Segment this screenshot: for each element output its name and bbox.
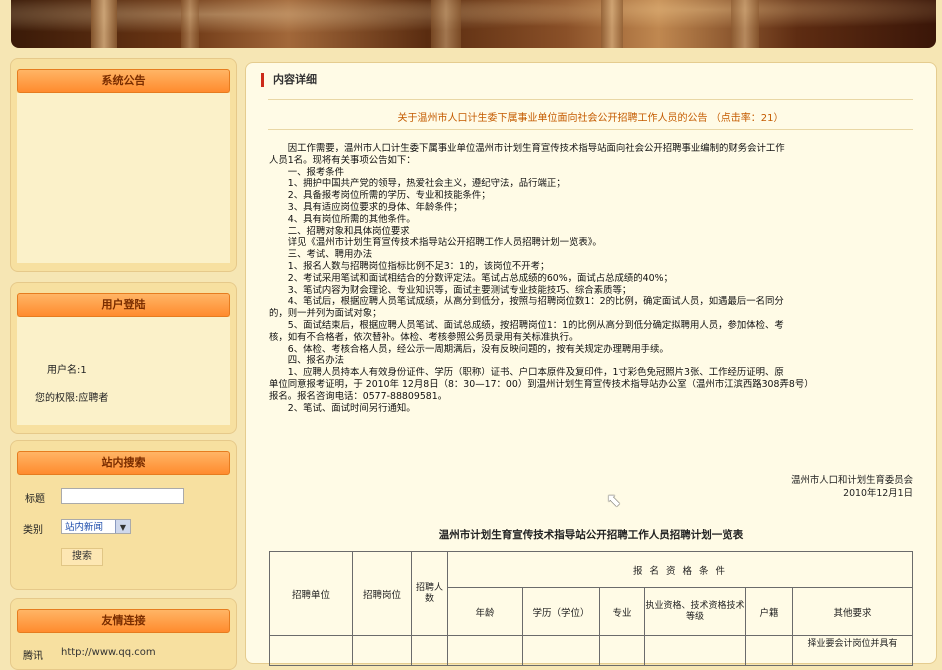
- table-cell: [644, 635, 746, 666]
- header-major: 专业: [599, 587, 645, 636]
- article-body-line: 4、笔试后，根据应聘人员笔试成绩，从高分到低分，按照与招聘岗位数1：2的比例，确…: [269, 296, 784, 308]
- article-body-line: 报名。报名咨询电话：0577-88809581。: [269, 390, 448, 402]
- header-hukou: 户籍: [745, 587, 793, 636]
- signature-org: 温州市人口和计划生育委员会: [791, 475, 913, 486]
- article-body-line: 3、笔试内容为财会理论、专业知识等，面试主要测试专业技能技巧、综合素质等；: [269, 284, 632, 296]
- article-body-line: 1、报名人数与招聘岗位指标比例不足3：1的，该岗位不开考；: [269, 260, 550, 272]
- recruitment-plan-table: 招聘单位 招聘岗位 招聘人数 报 名 资 格 条 件 年龄 学历（学位） 专业 …: [269, 551, 913, 666]
- article-body: 因工作需要，温州市人口计生委下属事业单位温州市计划生育宣传技术指导站面向社会公开…: [269, 143, 913, 414]
- plan-table-title: 温州市计划生育宣传技术指导站公开招聘工作人员招聘计划一览表: [438, 529, 744, 541]
- article-body-line: 单位同意报考证明，于 2010年 12月8日（8：30—17：00）到温州计划生…: [269, 378, 814, 390]
- mouse-pointer-icon: ⬉: [606, 490, 622, 511]
- notice-panel-body: [17, 93, 230, 263]
- site-search-panel: 站内搜索 标题 类别 站内新闻 ▼ 搜索: [10, 440, 237, 590]
- article-body-line: 3、具有适应岗位要求的身体、年龄条件；: [269, 201, 463, 213]
- table-cell: [522, 635, 600, 666]
- search-title-input[interactable]: [61, 488, 184, 504]
- search-button[interactable]: 搜索: [61, 548, 103, 566]
- article-body-line: 二、招聘对象和具体岗位要求: [269, 225, 410, 237]
- article-body-line: 1、拥护中国共产党的领导，热爱社会主义，遵纪守法，品行端正；: [269, 178, 566, 190]
- header-count: 招聘人数: [411, 551, 448, 636]
- username-text: 用户名:1: [47, 365, 87, 376]
- article-body-line: 1、应聘人员持本人有效身份证件、学历（职称）证书、户口本原件及复印件，1寸彩色免…: [269, 367, 784, 379]
- article-body-line: 详见《温州市计划生育宣传技术指导站公开招聘工作人员招聘计划一览表》。: [269, 237, 602, 249]
- friend-links-title: 友情连接: [17, 609, 230, 633]
- notice-panel-title: 系统公告: [17, 69, 230, 93]
- chevron-down-icon[interactable]: ▼: [115, 520, 130, 533]
- header-banner-image: [11, 0, 936, 48]
- header-age: 年龄: [447, 587, 523, 636]
- article-body-line: 一、报考条件: [269, 166, 345, 178]
- category-select[interactable]: 站内新闻 ▼: [61, 519, 131, 534]
- content-detail-panel: 内容详细 关于温州市人口计生委下属事业单位面向社会公开招聘工作人员的公告 （点击…: [245, 62, 937, 666]
- header-unit: 招聘单位: [269, 551, 353, 636]
- table-cell-other: 择业要会计岗位并具有: [792, 635, 913, 666]
- header-qualification: 执业资格、技术资格技术等级: [644, 587, 746, 636]
- header-qualification-group: 报 名 资 格 条 件: [447, 551, 913, 588]
- article-body-line: 5、面试结束后，根据应聘人员笔试、面试总成绩，按招聘岗位1：1的比例从高分到低分…: [269, 319, 784, 331]
- notice-panel: 系统公告: [10, 58, 237, 272]
- article-body-line: 四、报名办法: [269, 355, 345, 367]
- section-title: 内容详细: [261, 73, 317, 87]
- login-panel-body: 用户名:1 您的权限:应聘者: [17, 317, 230, 425]
- site-search-title: 站内搜索: [17, 451, 230, 475]
- header-education: 学历（学位）: [522, 587, 600, 636]
- login-panel: 用户登陆 用户名:1 您的权限:应聘者: [10, 282, 237, 434]
- table-cell: [269, 635, 353, 666]
- search-title-label: 标题: [25, 494, 45, 505]
- table-cell: [352, 635, 412, 666]
- article-body-line: 因工作需要，温州市人口计生委下属事业单位温州市计划生育宣传技术指导站面向社会公开…: [269, 143, 785, 154]
- divider: [268, 129, 913, 130]
- article-body-line: 2、笔试、面试时间另行通知。: [269, 402, 416, 414]
- article-body-line: 三、考试、聘用办法: [269, 249, 373, 261]
- article-body-line: 4、具有岗位所需的其他条件。: [269, 213, 416, 225]
- article-title: 关于温州市人口计生委下属事业单位面向社会公开招聘工作人员的公告 （点击率：21）: [397, 113, 784, 124]
- article-body-line: 6、体检、考核合格人员，经公示一周期满后，没有反映问题的，按有关规定办理聘用手续…: [269, 343, 669, 355]
- article-body-line: 2、考试采用笔试和面试相结合的分数评定法。笔试占总成绩的60%，面试占总成绩的4…: [269, 272, 673, 284]
- login-panel-title: 用户登陆: [17, 293, 230, 317]
- signature-date: 2010年12月1日: [843, 488, 913, 499]
- category-label: 类别: [23, 525, 43, 536]
- divider: [268, 99, 913, 100]
- header-position: 招聘岗位: [352, 551, 412, 636]
- table-cell: [599, 635, 645, 666]
- table-cell: [411, 635, 448, 666]
- friend-links-panel: 友情连接 腾讯 http://www.qq.com: [10, 598, 237, 670]
- permission-text: 您的权限:应聘者: [35, 393, 109, 404]
- article-body-line: 核，如有不合格者，依次替补。体检、考核参照公务员录用有关标准执行。: [269, 331, 579, 343]
- friend-link-url[interactable]: http://www.qq.com: [61, 647, 156, 658]
- article-body-line: 人员1名。现将有关事项公告如下：: [269, 154, 416, 166]
- category-select-value: 站内新闻: [65, 522, 104, 533]
- article-body-line: 的，则一并列为面试对象；: [269, 308, 382, 320]
- table-cell: [447, 635, 523, 666]
- table-cell: [745, 635, 793, 666]
- header-other: 其他要求: [792, 587, 913, 636]
- article-body-line: 2、具备报考岗位所需的学历、专业和技能条件；: [269, 190, 491, 202]
